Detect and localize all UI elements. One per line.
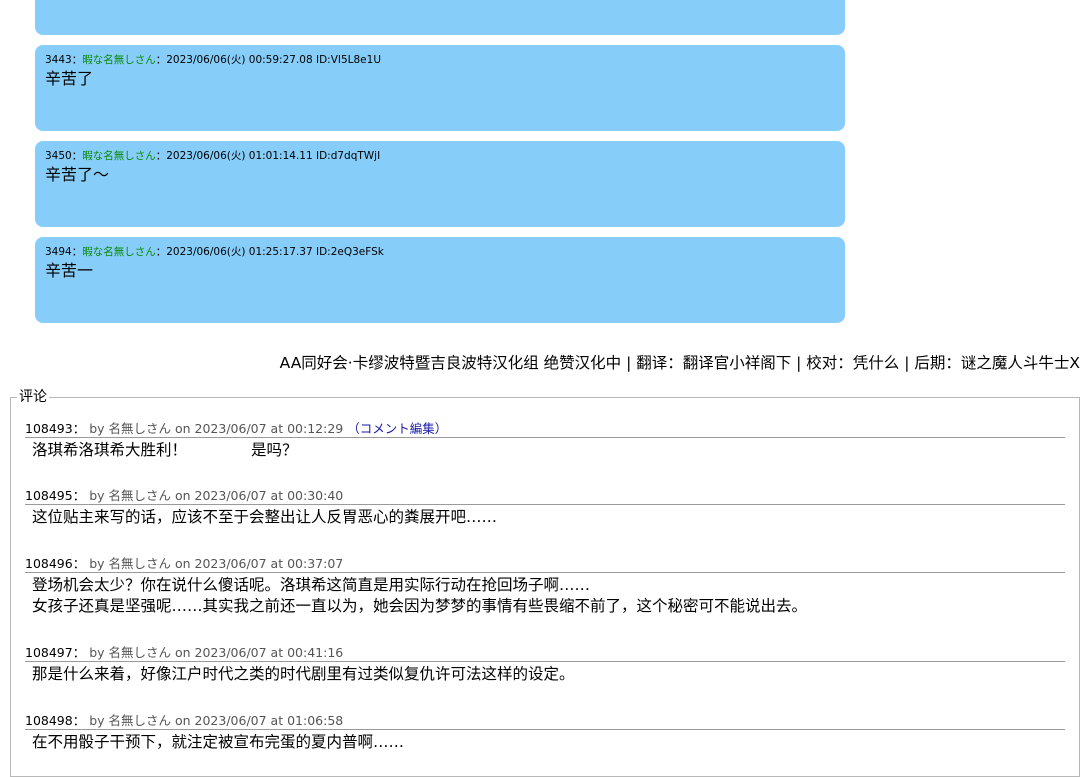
comment-body: 这位贴主来写的话，应该不至于会整出让人反胃恶心的粪展开吧……	[32, 508, 498, 526]
post-meta: 3443：暇な名無しさん：2023/06/06(火) 00:59:27.08 I…	[45, 54, 382, 66]
comment-body: 那是什么来着，好像江户时代之类的时代剧里有过类似复仇许可法这样的设定。	[32, 665, 575, 683]
comment-108497: 108497： by 名無しさん on 2023/06/07 at 00:41:…	[25, 645, 1065, 685]
comment-id: 108498：	[25, 713, 86, 728]
comment-author-date: by 名無しさん on 2023/06/07 at 01:06:58	[89, 713, 344, 728]
comment-author-date: by 名無しさん on 2023/06/07 at 00:30:40	[89, 488, 344, 503]
comment-id: 108493：	[25, 421, 86, 436]
comment-header: 108496： by 名無しさん on 2023/06/07 at 00:37:…	[25, 556, 1065, 573]
comment-108498: 108498： by 名無しさん on 2023/06/07 at 01:06:…	[25, 713, 1065, 753]
post-partial	[35, 0, 845, 35]
post-3443: 3443：暇な名無しさん：2023/06/06(火) 00:59:27.08 I…	[35, 45, 845, 131]
comment-body: 洛琪希洛琪希大胜利！ 是吗？	[32, 441, 298, 459]
comment-id: 108495：	[25, 488, 86, 503]
post-timestamp: ：2023/06/06(火) 01:01:14.11 ID:d7dqTWjI	[155, 150, 381, 162]
post-timestamp: ：2023/06/06(火) 01:25:17.37 ID:2eQ3eFSk	[155, 246, 384, 258]
comment-author-date: by 名無しさん on 2023/06/07 at 00:37:07	[89, 556, 344, 571]
comment-id: 108497：	[25, 645, 86, 660]
post-body: 辛苦了～	[45, 165, 110, 184]
post-body: 辛苦一	[45, 261, 94, 280]
comment-header: 108497： by 名無しさん on 2023/06/07 at 00:41:…	[25, 645, 1065, 662]
comment-108495: 108495： by 名無しさん on 2023/06/07 at 00:30:…	[25, 488, 1065, 528]
post-3450: 3450：暇な名無しさん：2023/06/06(火) 01:01:14.11 I…	[35, 141, 845, 227]
post-number: 3494	[45, 246, 72, 258]
comment-108496: 108496： by 名無しさん on 2023/06/07 at 00:37:…	[25, 556, 1065, 617]
post-timestamp: ：2023/06/06(火) 00:59:27.08 ID:VI5L8e1U	[155, 54, 382, 66]
comment-id: 108496：	[25, 556, 86, 571]
comment-header: 108495： by 名無しさん on 2023/06/07 at 00:30:…	[25, 488, 1065, 505]
comment-body: 登场机会太少？你在说什么傻话呢。洛琪希这简直是用实际行动在抢回场子啊…… 女孩子…	[32, 576, 808, 615]
post-meta: 3450：暇な名無しさん：2023/06/06(火) 01:01:14.11 I…	[45, 150, 381, 162]
comment-body: 在不用骰子干预下，就注定被宣布完蛋的夏内普啊……	[32, 733, 405, 751]
poster-name[interactable]: 暇な名無しさん	[82, 150, 156, 162]
post-meta: 3494：暇な名無しさん：2023/06/06(火) 01:25:17.37 I…	[45, 246, 384, 258]
post-body: 辛苦了	[45, 69, 94, 88]
poster-name[interactable]: 暇な名無しさん	[82, 246, 156, 258]
poster-name[interactable]: 暇な名無しさん	[82, 54, 156, 66]
edit-comment-link[interactable]: （コメント編集）	[347, 421, 447, 436]
comment-author-date: by 名無しさん on 2023/06/07 at 00:12:29	[89, 421, 344, 436]
post-number: 3443	[45, 54, 72, 66]
post-3494: 3494：暇な名無しさん：2023/06/06(火) 01:25:17.37 I…	[35, 237, 845, 323]
comment-108493: 108493： by 名無しさん on 2023/06/07 at 00:12:…	[25, 421, 1065, 461]
translation-credits: AA同好会·卡缪波特暨吉良波特汉化组 绝赞汉化中 | 翻译：翻译官小祥阁下 | …	[279, 354, 1080, 372]
comment-author-date: by 名無しさん on 2023/06/07 at 00:41:16	[89, 645, 344, 660]
comments-title: 评论	[17, 388, 49, 406]
comment-header: 108493： by 名無しさん on 2023/06/07 at 00:12:…	[25, 421, 1065, 438]
comment-header: 108498： by 名無しさん on 2023/06/07 at 01:06:…	[25, 713, 1065, 730]
post-number: 3450	[45, 150, 72, 162]
